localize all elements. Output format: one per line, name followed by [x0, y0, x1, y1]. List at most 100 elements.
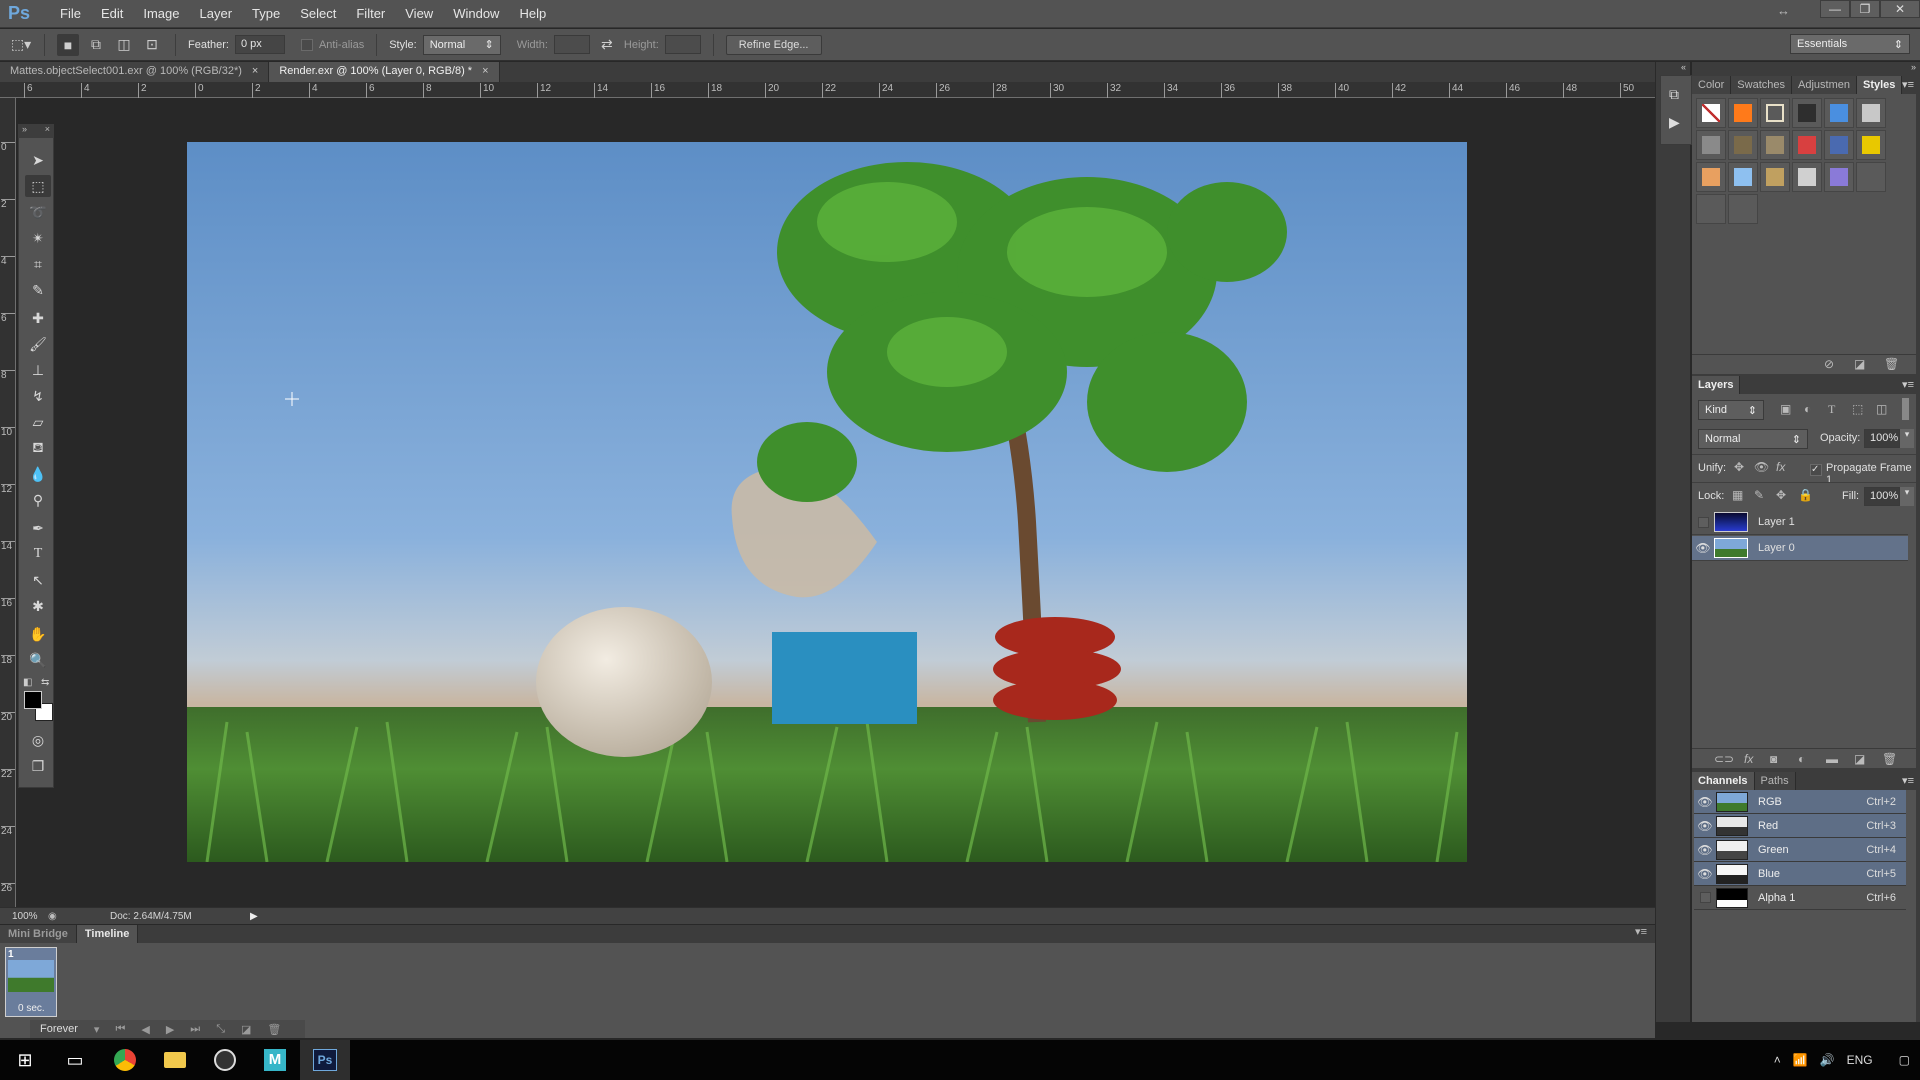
next-frame-icon[interactable]: ⏭: [190, 1023, 200, 1036]
filter-shape-icon[interactable]: ⬚: [1852, 402, 1863, 416]
layer-row[interactable]: 👁 Layer 0: [1692, 536, 1908, 561]
resize-arrow-icon[interactable]: ↔: [1777, 3, 1790, 18]
tab-styles[interactable]: Styles: [1856, 76, 1903, 94]
close-icon[interactable]: ×: [45, 124, 50, 138]
close-icon[interactable]: ×: [482, 65, 488, 79]
menu-view[interactable]: View: [395, 6, 443, 21]
layer-filter-select[interactable]: Kind ⇕: [1698, 400, 1764, 420]
fill-dropdown-icon[interactable]: ▾: [1900, 487, 1914, 506]
healing-brush-tool-icon[interactable]: ✚: [25, 307, 51, 329]
tab-color[interactable]: Color: [1692, 76, 1732, 94]
layer-name[interactable]: Layer 1: [1758, 516, 1795, 528]
filter-smart-object-icon[interactable]: ◫: [1876, 402, 1887, 416]
layer-name[interactable]: Layer 0: [1758, 542, 1795, 554]
eye-icon[interactable]: 👁: [1694, 795, 1716, 809]
delete-layer-icon[interactable]: 🗑: [1882, 752, 1897, 766]
zoom-tool-icon[interactable]: 🔍: [25, 649, 51, 671]
eye-icon[interactable]: 👁: [1694, 843, 1716, 857]
anti-alias-checkbox[interactable]: [300, 38, 313, 51]
style-swatch[interactable]: [1824, 162, 1854, 192]
marquee-tool-preset-icon[interactable]: ⬚▾: [10, 34, 32, 56]
maya-icon[interactable]: M: [250, 1040, 300, 1080]
chrome-icon[interactable]: [100, 1040, 150, 1080]
link-layers-icon[interactable]: ⊂⊃: [1714, 752, 1734, 766]
tab-swatches[interactable]: Swatches: [1731, 76, 1792, 94]
visibility-toggle[interactable]: [1692, 516, 1714, 528]
lock-image-icon[interactable]: ✎: [1754, 488, 1764, 502]
tray-chevron-icon[interactable]: ˄: [1774, 1053, 1781, 1067]
opacity-dropdown-icon[interactable]: ▾: [1900, 429, 1914, 448]
menu-help[interactable]: Help: [509, 6, 556, 21]
play-icon[interactable]: ▶: [166, 1023, 174, 1036]
menu-select[interactable]: Select: [290, 6, 346, 21]
tab-channels[interactable]: Channels: [1692, 772, 1755, 790]
loop-dropdown-icon[interactable]: ▾: [94, 1023, 100, 1036]
channel-row[interactable]: 👁 Red Ctrl+3: [1694, 814, 1906, 838]
style-swatch[interactable]: [1728, 130, 1758, 160]
collapse-icon[interactable]: »: [22, 124, 27, 138]
new-group-icon[interactable]: ▬: [1826, 752, 1838, 766]
lock-all-icon[interactable]: 🔒: [1798, 488, 1813, 502]
height-input[interactable]: [664, 35, 701, 54]
style-swatch[interactable]: [1696, 162, 1726, 192]
panel-menu-icon[interactable]: ▾≡: [1635, 925, 1655, 943]
style-swatch[interactable]: [1760, 162, 1790, 192]
clear-style-icon[interactable]: ⊘: [1824, 357, 1834, 371]
menu-window[interactable]: Window: [443, 6, 509, 21]
dodge-tool-icon[interactable]: ⚲: [25, 489, 51, 511]
blend-mode-select[interactable]: Normal ⇕: [1698, 429, 1808, 449]
new-layer-icon[interactable]: ◪: [1854, 752, 1865, 766]
swap-icon[interactable]: ⇄: [596, 34, 618, 56]
timeline-frame[interactable]: 1 0 sec.: [5, 947, 57, 1017]
history-brush-tool-icon[interactable]: ↯: [25, 385, 51, 407]
new-adjustment-layer-icon[interactable]: ◐: [1798, 752, 1805, 766]
style-swatch[interactable]: [1824, 130, 1854, 160]
input-language[interactable]: ENG: [1847, 1053, 1873, 1067]
action-center-icon[interactable]: ▢: [1899, 1053, 1910, 1067]
volume-icon[interactable]: 🔊: [1820, 1053, 1835, 1067]
layer-row[interactable]: Layer 1: [1692, 510, 1908, 535]
add-selection-icon[interactable]: ⧉: [85, 34, 107, 56]
obs-icon[interactable]: [200, 1040, 250, 1080]
menu-file[interactable]: File: [50, 6, 91, 21]
subtract-selection-icon[interactable]: ◫: [113, 34, 135, 56]
photoshop-taskbar-icon[interactable]: Ps: [300, 1040, 350, 1080]
close-icon[interactable]: ×: [252, 65, 258, 79]
eye-icon[interactable]: 👁: [1694, 819, 1716, 833]
channel-row[interactable]: 👁 Green Ctrl+4: [1694, 838, 1906, 862]
frame-delay[interactable]: 0 sec.: [18, 1003, 45, 1014]
style-none-swatch[interactable]: [1696, 98, 1726, 128]
feather-input[interactable]: 0 px: [234, 35, 285, 54]
style-swatch[interactable]: [1728, 194, 1758, 224]
blur-tool-icon[interactable]: 💧: [25, 463, 51, 485]
eraser-tool-icon[interactable]: ▱: [25, 411, 51, 433]
tab-adjustments[interactable]: Adjustmen: [1792, 76, 1857, 94]
lasso-tool-icon[interactable]: ➰: [25, 201, 51, 223]
filter-toggle[interactable]: [1902, 398, 1909, 420]
lock-transparent-icon[interactable]: ▦: [1732, 488, 1743, 502]
default-colors-icon[interactable]: ◧: [23, 677, 32, 688]
collapse-panels-icon[interactable]: »: [1911, 62, 1916, 72]
fill-input[interactable]: 100%: [1864, 487, 1900, 506]
tab-paths[interactable]: Paths: [1754, 772, 1796, 790]
menu-layer[interactable]: Layer: [190, 6, 243, 21]
menu-image[interactable]: Image: [133, 6, 189, 21]
lock-position-icon[interactable]: ✥: [1776, 488, 1786, 502]
minimize-button[interactable]: —: [1820, 0, 1850, 18]
filter-pixel-icon[interactable]: ▣: [1780, 402, 1791, 416]
close-button[interactable]: ✕: [1880, 0, 1920, 18]
add-mask-icon[interactable]: ◙: [1770, 752, 1777, 766]
hand-tool-icon[interactable]: ✋: [25, 623, 51, 645]
unify-style-icon[interactable]: fx: [1776, 460, 1785, 474]
style-swatch[interactable]: [1792, 130, 1822, 160]
panel-menu-icon[interactable]: ▾≡: [1902, 78, 1914, 91]
unify-visibility-icon[interactable]: 👁: [1754, 460, 1769, 474]
loop-select[interactable]: Forever: [40, 1023, 78, 1035]
width-input[interactable]: [553, 35, 590, 54]
style-swatch[interactable]: [1728, 98, 1758, 128]
style-swatch[interactable]: [1856, 130, 1886, 160]
refine-edge-button[interactable]: Refine Edge...: [725, 34, 822, 55]
previous-frame-icon[interactable]: ◀: [141, 1023, 149, 1036]
delete-style-icon[interactable]: 🗑: [1884, 357, 1899, 371]
tab-layers[interactable]: Layers: [1692, 376, 1741, 394]
